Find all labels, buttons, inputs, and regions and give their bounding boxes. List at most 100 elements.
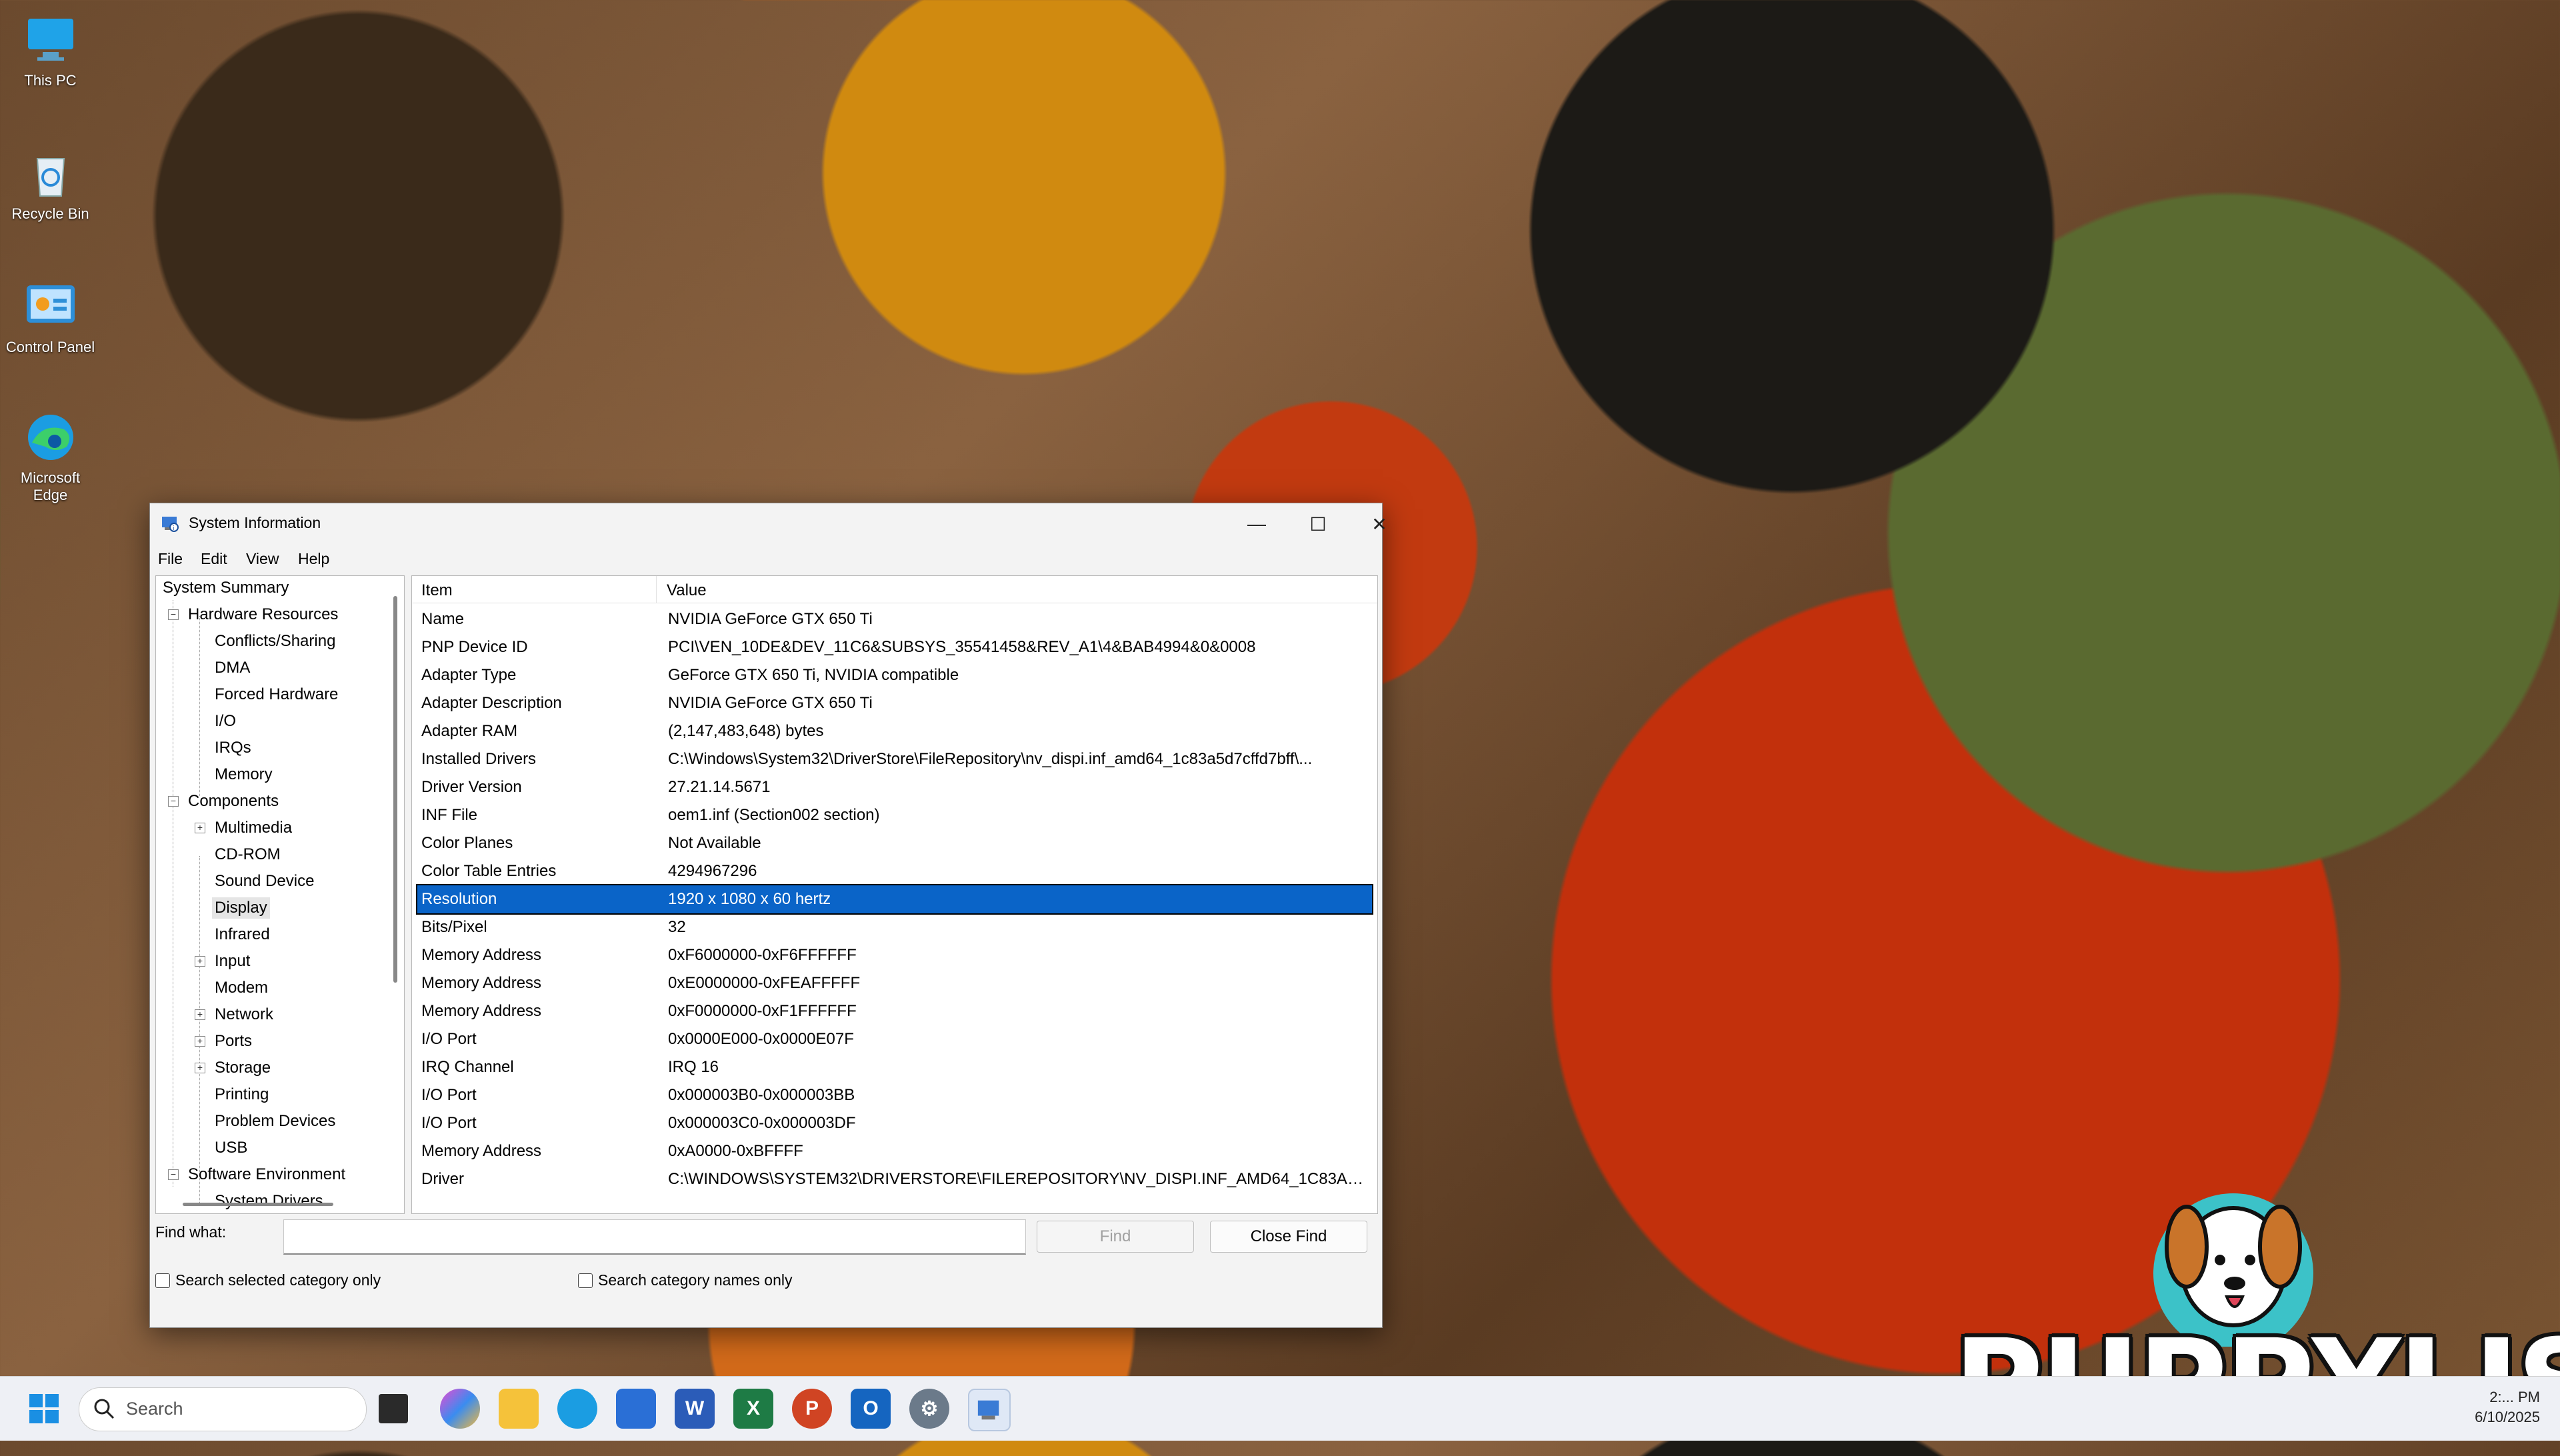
powerpoint-icon[interactable]: P: [792, 1389, 832, 1429]
tree-horizontal-scrollbar[interactable]: [183, 1203, 333, 1206]
maximize-button[interactable]: ☐: [1287, 503, 1349, 545]
tree-item-hardware-resources[interactable]: Hardware Resources: [188, 605, 338, 624]
expand-toggle-ports[interactable]: +: [195, 1036, 205, 1047]
system-information-icon[interactable]: [968, 1389, 1011, 1431]
table-row[interactable]: Color Table Entries 4294967296: [417, 857, 1372, 885]
table-row[interactable]: I/O Port 0x000003B0-0x000003BB: [417, 1081, 1372, 1109]
table-row[interactable]: Memory Address 0xA0000-0xBFFFF: [417, 1137, 1372, 1165]
desktop-icon-recycle-bin[interactable]: Recycle Bin: [5, 145, 95, 223]
search-selected-category-checkbox[interactable]: Search selected category only: [155, 1271, 381, 1289]
tree-item-conflicts-sharing[interactable]: Conflicts/Sharing: [215, 632, 335, 651]
collapse-toggle-components[interactable]: −: [168, 796, 179, 807]
table-row[interactable]: Driver Version 27.21.14.5671: [417, 773, 1372, 801]
table-row[interactable]: Memory Address 0xE0000000-0xFEAFFFFF: [417, 969, 1372, 997]
tree-item-sound-device[interactable]: Sound Device: [215, 872, 314, 891]
word-icon[interactable]: W: [675, 1389, 715, 1429]
expand-toggle-input[interactable]: +: [195, 956, 205, 967]
tree-vertical-scrollbar[interactable]: [393, 596, 397, 983]
checkbox-box[interactable]: [578, 1273, 593, 1288]
collapse-toggle-hardware[interactable]: −: [168, 609, 179, 620]
tree-item-cd-rom[interactable]: CD-ROM: [215, 845, 281, 864]
find-input[interactable]: [283, 1219, 1026, 1255]
tree-item-display[interactable]: Display: [212, 897, 270, 919]
row-item: Adapter Type: [421, 666, 517, 684]
table-row[interactable]: Adapter Type GeForce GTX 650 Ti, NVIDIA c…: [417, 661, 1372, 689]
tree-item-modem[interactable]: Modem: [215, 979, 268, 997]
column-header-value[interactable]: Value: [667, 581, 707, 600]
table-row[interactable]: Color Planes Not Available: [417, 829, 1372, 857]
desktop-icon-this-pc[interactable]: This PC: [5, 12, 95, 89]
table-row[interactable]: Memory Address 0xF0000000-0xF1FFFFFF: [417, 997, 1372, 1025]
taskbar-clock[interactable]: 2:... PM 6/10/2025: [2475, 1387, 2540, 1427]
settings-icon[interactable]: ⚙: [909, 1389, 949, 1429]
tree-item-components[interactable]: Components: [188, 792, 279, 811]
table-row[interactable]: Resolution 1920 x 1080 x 60 hertz: [416, 884, 1373, 915]
table-row[interactable]: PNP Device ID PCI\VEN_10DE&DEV_11C6&SUBSY…: [417, 633, 1372, 661]
tree-item-network[interactable]: Network: [215, 1005, 273, 1024]
column-separator[interactable]: [656, 576, 657, 603]
menu-help[interactable]: Help: [298, 550, 329, 568]
table-row[interactable]: INF File oem1.inf (Section002 section): [417, 801, 1372, 829]
tree-item-dma[interactable]: DMA: [215, 659, 250, 677]
tree-item-infrared[interactable]: Infrared: [215, 925, 270, 944]
task-view-icon[interactable]: [379, 1394, 408, 1423]
search-category-names-checkbox[interactable]: Search category names only: [578, 1271, 793, 1289]
table-row[interactable]: Bits/Pixel 32: [417, 913, 1372, 941]
expand-toggle-storage[interactable]: +: [195, 1063, 205, 1073]
collapse-toggle-software[interactable]: −: [168, 1169, 179, 1180]
menu-edit[interactable]: Edit: [201, 550, 227, 568]
table-row[interactable]: Adapter Description NVIDIA GeForce GTX 65…: [417, 689, 1372, 717]
edge-icon[interactable]: [557, 1389, 597, 1429]
tree-item-io[interactable]: I/O: [215, 712, 236, 731]
close-button[interactable]: ✕: [1349, 503, 1410, 545]
desktop-icon-control-panel[interactable]: Control Panel: [5, 279, 95, 356]
row-item: Driver: [421, 1170, 464, 1188]
tree-item-forced-hardware[interactable]: Forced Hardware: [215, 685, 338, 704]
expand-toggle-multimedia[interactable]: +: [195, 823, 205, 833]
tree-item-problem-devices[interactable]: Problem Devices: [215, 1112, 335, 1131]
details-grid[interactable]: Item Value Name NVIDIA GeForce GTX 650 Ti…: [411, 575, 1378, 1214]
table-row[interactable]: I/O Port 0x0000E000-0x0000E07F: [417, 1025, 1372, 1053]
table-row[interactable]: Memory Address 0xF6000000-0xF6FFFFFF: [417, 941, 1372, 969]
table-row[interactable]: Adapter RAM (2,147,483,648) bytes: [417, 717, 1372, 745]
tree-item-software-environment[interactable]: Software Environment: [188, 1165, 345, 1184]
copilot-icon[interactable]: [440, 1389, 480, 1429]
tree-item-input[interactable]: Input: [215, 952, 250, 971]
row-value: 0x0000E000-0x0000E07F: [668, 1030, 854, 1048]
table-row[interactable]: Driver C:\WINDOWS\SYSTEM32\DRIVERSTORE\FI…: [417, 1165, 1372, 1193]
title-bar[interactable]: i System Information — ☐ ✕: [150, 503, 1387, 545]
table-row[interactable]: IRQ Channel IRQ 16: [417, 1053, 1372, 1081]
menu-bar: File Edit View Help: [150, 545, 1382, 573]
tree-item-ports[interactable]: Ports: [215, 1032, 252, 1051]
tree-item-irqs[interactable]: IRQs: [215, 739, 251, 757]
tree-item-multimedia[interactable]: Multimedia: [215, 819, 292, 837]
taskbar-search[interactable]: Search: [79, 1387, 367, 1431]
category-tree[interactable]: System Summary − Hardware Resources Conf…: [155, 575, 405, 1214]
column-header-item[interactable]: Item: [421, 581, 453, 600]
tree-item-usb[interactable]: USB: [215, 1139, 247, 1157]
excel-icon[interactable]: X: [733, 1389, 773, 1429]
tree-item-memory[interactable]: Memory: [215, 765, 273, 784]
file-explorer-icon[interactable]: [499, 1389, 539, 1429]
start-button[interactable]: [24, 1389, 64, 1429]
tree-item-system-summary[interactable]: System Summary: [163, 579, 289, 597]
table-row[interactable]: Name NVIDIA GeForce GTX 650 Ti: [417, 605, 1372, 633]
table-row[interactable]: Installed Drivers C:\Windows\System32\Dri…: [417, 745, 1372, 773]
row-value: 0xA0000-0xBFFFF: [668, 1142, 803, 1160]
minimize-button[interactable]: —: [1226, 503, 1287, 545]
find-button[interactable]: Find: [1037, 1221, 1194, 1253]
desktop-icon-edge[interactable]: Microsoft Edge: [5, 409, 95, 504]
tree-item-storage[interactable]: Storage: [215, 1059, 271, 1077]
menu-file[interactable]: File: [158, 550, 183, 568]
tree-item-system-drivers[interactable]: System Drivers: [215, 1192, 323, 1211]
expand-toggle-network[interactable]: +: [195, 1009, 205, 1020]
close-find-button[interactable]: Close Find: [1210, 1221, 1367, 1253]
store-icon[interactable]: [616, 1389, 656, 1429]
row-value: 0x000003B0-0x000003BB: [668, 1086, 855, 1104]
outlook-icon[interactable]: O: [851, 1389, 891, 1429]
table-row[interactable]: I/O Port 0x000003C0-0x000003DF: [417, 1109, 1372, 1137]
tree-item-printing[interactable]: Printing: [215, 1085, 269, 1104]
checkbox-box[interactable]: [155, 1273, 170, 1288]
row-item: I/O Port: [421, 1086, 477, 1104]
menu-view[interactable]: View: [246, 550, 279, 568]
